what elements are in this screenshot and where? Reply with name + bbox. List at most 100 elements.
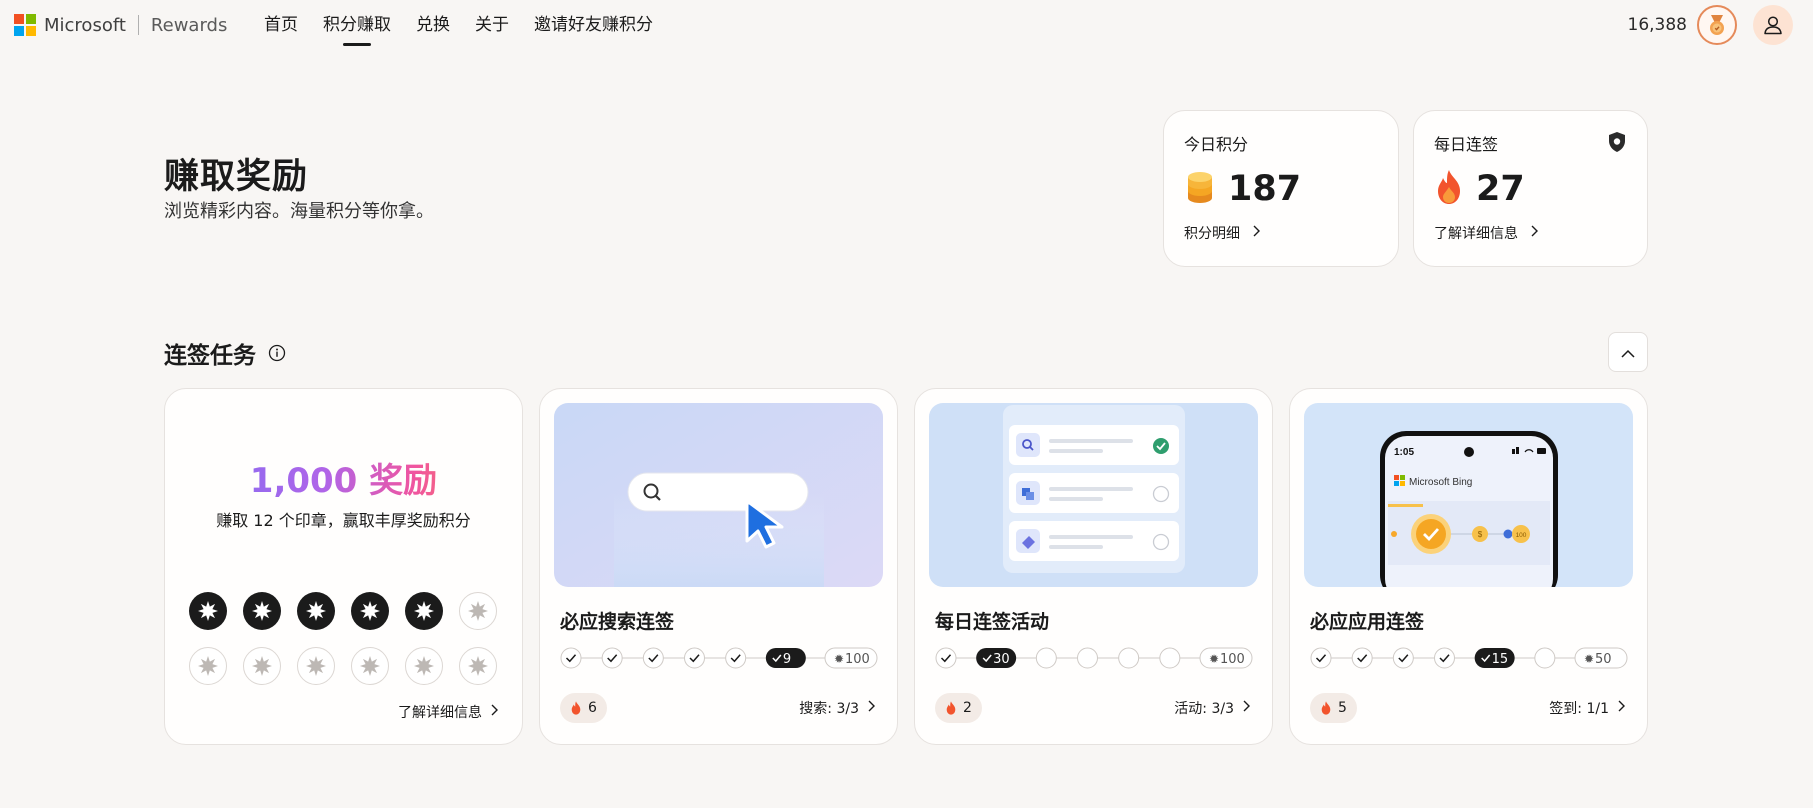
- task-progress-link[interactable]: 签到: 1/1: [1549, 693, 1625, 723]
- task-title: 每日连签活动: [935, 611, 1050, 633]
- progress-day-done: [1351, 647, 1373, 669]
- stamp-reward-card: 1,000 奖励 赚取 12 个印章，赢取丰厚奖励积分 了解详细信息: [164, 388, 523, 745]
- today-points-value: 187: [1228, 169, 1302, 209]
- main-nav: 首页 积分赚取 兑换 关于 邀请好友赚积分: [264, 0, 678, 50]
- task-title: 必应应用连签: [1310, 611, 1425, 633]
- stamp-earned-icon: [405, 592, 443, 630]
- points-detail-link[interactable]: 积分明细: [1184, 223, 1378, 243]
- daily-streak-card: 每日连签 27 了解详细信息: [1413, 110, 1648, 267]
- progress-current-label: 9: [783, 652, 791, 667]
- stamp-reward-title: 1,000 奖励: [165, 453, 522, 502]
- flame-icon: [1434, 169, 1464, 209]
- stamp-reward-subtitle: 赚取 12 个印章，赢取丰厚奖励积分: [216, 511, 471, 530]
- task-progress-label: 签到: 1/1: [1549, 701, 1609, 717]
- task-card-activity[interactable]: 每日连签活动 30 ✹ 100 2 活动: 3/3: [914, 388, 1273, 745]
- progress-goal-label: 50: [1595, 652, 1612, 667]
- stamp-learn-more-label: 了解详细信息: [398, 705, 482, 721]
- streak-progress: 15 ✹ 50: [1310, 647, 1628, 669]
- shield-icon[interactable]: [1607, 131, 1627, 157]
- svg-text:$: $: [1478, 530, 1483, 539]
- progress-day-pending: [1159, 647, 1181, 669]
- page-title: 赚取奖励: [164, 157, 309, 197]
- streak-count: 5: [1338, 700, 1347, 716]
- stamp-earned-icon: [243, 592, 281, 630]
- progress-day-pending: [1118, 647, 1140, 669]
- streak-count: 2: [963, 700, 972, 716]
- task-progress-label: 搜索: 3/3: [799, 701, 859, 717]
- progress-goal: ✹ 100: [1199, 647, 1253, 669]
- progress-current-label: 15: [1492, 652, 1509, 667]
- points-total: 16,388: [1627, 15, 1687, 35]
- microsoft-logo-icon: [14, 14, 36, 36]
- microsoft-rewards-logo[interactable]: Microsoft Rewards: [14, 14, 227, 36]
- flame-icon: [571, 701, 581, 715]
- streak-progress: 30 ✹ 100: [935, 647, 1253, 669]
- goal-star-icon: ✹: [1584, 652, 1594, 666]
- flame-icon: [1321, 701, 1331, 715]
- progress-day-pending: [1077, 647, 1098, 669]
- streak-count-chip: 6: [560, 693, 607, 723]
- chevron-right-icon: [490, 704, 498, 720]
- stamp-empty-icon: [459, 647, 497, 685]
- nav-item[interactable]: 邀请好友赚积分: [534, 0, 653, 50]
- stamp-earned-icon: [351, 592, 389, 630]
- progress-day-done: [1392, 647, 1414, 669]
- activity-illustration: [929, 403, 1258, 587]
- progress-goal-label: 100: [1220, 652, 1245, 667]
- stamp-empty-icon: [459, 592, 497, 630]
- daily-streak-value: 27: [1476, 169, 1525, 209]
- points-detail-label: 积分明细: [1184, 226, 1240, 242]
- user-icon[interactable]: [1753, 5, 1793, 45]
- phone-small-badge: 100: [1516, 532, 1527, 539]
- streak-count: 6: [588, 700, 597, 716]
- stamp-empty-icon: [189, 647, 227, 685]
- streak-count-chip: 2: [935, 693, 982, 723]
- brand-divider: [137, 15, 139, 35]
- progress-day-done: [1310, 647, 1332, 669]
- collapse-section-button[interactable]: [1608, 332, 1648, 372]
- progress-day-done: [642, 647, 664, 669]
- section-title: 连签任务: [164, 336, 286, 370]
- stamp-empty-icon: [405, 647, 443, 685]
- task-card-search[interactable]: 必应搜索连签 9 ✹ 100 6 搜索: 3/3: [539, 388, 898, 745]
- task-progress-link[interactable]: 活动: 3/3: [1174, 693, 1250, 723]
- progress-day-done: [935, 647, 957, 669]
- chevron-right-icon: [1242, 700, 1250, 716]
- page-subtitle: 浏览精彩内容。海量积分等你拿。: [164, 201, 434, 222]
- stamp-learn-more-link[interactable]: 了解详细信息: [398, 702, 498, 722]
- streak-progress: 9 ✹ 100: [560, 647, 878, 669]
- nav-item[interactable]: 首页: [264, 0, 298, 50]
- streak-learn-more-link[interactable]: 了解详细信息: [1434, 223, 1627, 243]
- nav-item[interactable]: 兑换: [416, 0, 450, 50]
- info-icon[interactable]: [268, 344, 286, 362]
- chevron-right-icon: [1617, 700, 1625, 716]
- chevron-right-icon: [867, 700, 875, 716]
- level-badge-icon[interactable]: [1697, 5, 1737, 45]
- brand-name: Microsoft: [44, 14, 126, 36]
- phone-time: 1:05: [1394, 447, 1414, 458]
- coin-stack-icon: [1184, 169, 1216, 209]
- progress-goal-label: 100: [845, 652, 870, 667]
- chevron-right-icon: [1530, 225, 1538, 241]
- progress-day-done: [560, 647, 582, 669]
- progress-current-day: 9: [765, 648, 806, 668]
- task-title: 必应搜索连签: [560, 611, 675, 633]
- nav-item[interactable]: 关于: [475, 0, 509, 50]
- progress-day-done: [725, 647, 747, 669]
- stamp-empty-icon: [297, 647, 335, 685]
- stamp-earned-icon: [297, 592, 335, 630]
- streak-count-chip: 5: [1310, 693, 1357, 723]
- progress-day-pending: [1035, 647, 1057, 669]
- top-navigation-bar: Microsoft Rewards 首页 积分赚取 兑换 关于 邀请好友赚积分 16,3…: [0, 0, 1813, 50]
- nav-item[interactable]: 积分赚取: [323, 0, 391, 50]
- account-area: 16,388: [1628, 5, 1793, 45]
- progress-goal: ✹ 100: [824, 647, 878, 669]
- progress-day-pending: [1534, 647, 1556, 669]
- progress-current-label: 30: [993, 652, 1010, 667]
- task-card-app[interactable]: 1:05 Microsoft Bing $ 100 必应应用连签 15 ✹ 50 5: [1289, 388, 1648, 745]
- task-progress-link[interactable]: 搜索: 3/3: [799, 693, 875, 723]
- chevron-up-icon: [1621, 343, 1635, 362]
- progress-goal: ✹ 50: [1574, 647, 1628, 669]
- progress-day-done: [1434, 647, 1455, 669]
- stamp-grid: [189, 592, 501, 685]
